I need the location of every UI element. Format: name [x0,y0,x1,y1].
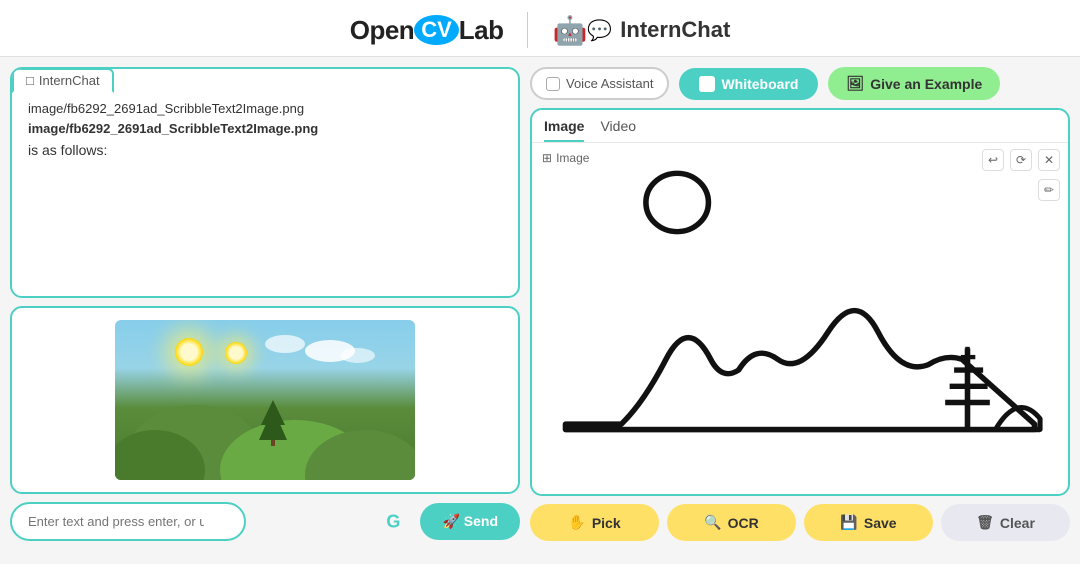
clear-label: Clear [1000,515,1035,531]
internchat-logo: 🤖 💬 InternChat [552,14,730,47]
chat-bubble-icon: 💬 [587,18,612,43]
save-label: Save [864,515,897,531]
pick-button[interactable]: ✋ Pick [530,504,659,541]
canvas-area: Image Video ⊞ Image ↩ ⟳ ✕ ✏ [530,108,1070,496]
drawing-canvas[interactable] [532,143,1068,489]
sun-2 [225,342,247,364]
cloud-2 [340,348,375,363]
image-card [10,306,520,494]
sun-1 [175,338,203,366]
header-divider [527,12,528,48]
voice-checkbox[interactable] [546,77,560,91]
save-button[interactable]: 💾 Save [804,504,933,541]
logo: Open CV Lab [350,15,504,46]
logo-cv: CV [414,15,459,45]
path-text-1: image/fb6292_2691ad_ScribbleText2Image.p… [28,101,304,116]
landscape-image [115,320,415,480]
ocr-button[interactable]: 🔍 OCR [667,504,796,541]
pick-icon: ✋ [568,514,585,531]
ocr-icon: 🔍 [704,514,721,531]
chat-window: □ InternChat image/fb6292_2691ad_Scribbl… [10,67,520,298]
hills-svg [115,390,415,480]
path-line-bold: image/fb6292_2691ad_ScribbleText2Image.p… [28,119,502,139]
main-layout: □ InternChat image/fb6292_2691ad_Scribbl… [0,57,1080,551]
whiteboard-label: Whiteboard [721,76,798,92]
bold-path: image/fb6292_2691ad_ScribbleText2Image.p… [28,121,318,136]
follows-text: is as follows: [28,142,502,158]
send-emoji: 🚀 [442,513,459,529]
whiteboard-icon [699,76,715,92]
clear-button[interactable]: 🗑 Clear [941,504,1070,541]
chat-tab-icon: □ [26,73,34,88]
chat-input[interactable] [10,502,246,541]
cloud-3 [265,335,305,353]
save-icon: 💾 [840,514,857,531]
voice-assistant-label: Voice Assistant [566,76,653,91]
left-panel: □ InternChat image/fb6292_2691ad_Scribbl… [10,67,520,541]
chat-tab-label: InternChat [39,73,100,88]
logo-lab: Lab [459,15,504,46]
send-button[interactable]: 🚀 Send [420,503,520,540]
clear-icon: 🗑 [976,514,994,531]
input-wrapper: G [10,502,412,541]
g-icon: G [386,511,400,532]
internchat-label: InternChat [620,17,730,43]
chat-tab[interactable]: □ InternChat [12,68,114,93]
input-area: G 🚀 Send [10,502,520,541]
ocr-label: OCR [728,515,759,531]
give-example-label: Give an Example [870,76,982,92]
toolbar: Voice Assistant Whiteboard 🖼 Give an Exa… [530,67,1070,100]
tab-video[interactable]: Video [600,118,636,142]
canvas-tabs: Image Video [532,110,1068,143]
robot-icon: 🤖 [552,14,587,47]
voice-assistant-button[interactable]: Voice Assistant [530,67,669,100]
example-icon: 🖼 [846,75,864,92]
path-line-1: image/fb6292_2691ad_ScribbleText2Image.p… [28,99,502,119]
give-example-button[interactable]: 🖼 Give an Example [828,67,1000,100]
right-panel: Voice Assistant Whiteboard 🖼 Give an Exa… [530,67,1070,541]
whiteboard-button[interactable]: Whiteboard [679,68,818,100]
action-bar: ✋ Pick 🔍 OCR 💾 Save 🗑 Clear [530,504,1070,541]
logo-open: Open [350,15,414,46]
canvas-inner: ⊞ Image ↩ ⟳ ✕ ✏ [532,143,1068,489]
tab-image[interactable]: Image [544,118,584,142]
header: Open CV Lab 🤖 💬 InternChat [0,0,1080,57]
pick-label: Pick [592,515,621,531]
